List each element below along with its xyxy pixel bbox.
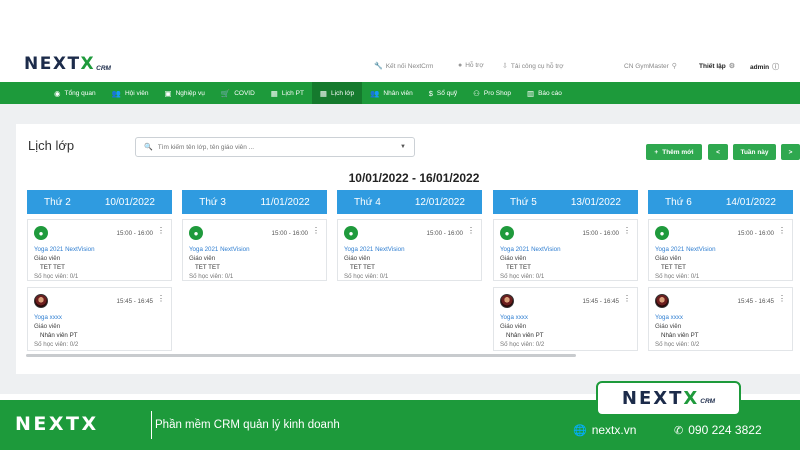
user-avatar-icon: ● [655,226,669,240]
nav-class-schedule[interactable]: ▦ Lịch lớp [311,82,363,104]
nav-reports[interactable]: ▥ Báo cáo [519,82,570,104]
shop-icon: ⚇ [473,88,480,98]
class-card[interactable]: 15:45 - 16:45 ⋮ Yoga xxxx Giáo viên Nhân… [27,287,172,351]
day-header-wed: Thứ 4 12/01/2022 [337,190,482,214]
staff-icon: 👥 [370,88,380,98]
user-avatar-icon: ● [344,226,358,240]
more-options-icon[interactable]: ⋮ [778,294,786,303]
nextx-logo[interactable]: NEXTX CRM [24,54,111,74]
user-avatar-icon: ● [34,226,48,240]
website-link[interactable]: 🌐 nextx.vn [573,423,636,437]
page-title: Lịch lớp [28,138,75,153]
dollar-icon: $ [428,88,433,98]
more-options-icon[interactable]: ⋮ [157,226,165,235]
location-pin-icon: ⚲ [671,63,677,70]
banner-logo: NEXTX [15,413,99,435]
chart-icon: ▥ [526,88,535,98]
day-header-thu: Thứ 5 13/01/2022 [493,190,638,214]
day-header-tue: Thứ 3 11/01/2022 [182,190,327,214]
main-nav: ◉ Tổng quan 👥 Hội viên ▣ Nghiệp vụ 🛒 COVID ▦… [0,82,800,104]
nextx-crm-badge: NEXTX CRM [596,381,741,416]
search-icon: 🔍 [144,144,153,151]
nav-covid[interactable]: 🛒 COVID [213,82,263,104]
support-link[interactable]: ● Hỗ trợ [458,62,484,69]
nav-pt-schedule[interactable]: ▦ Lịch PT [263,82,312,104]
day-header-fri: Thứ 6 14/01/2022 [648,190,793,214]
more-options-icon[interactable]: ⋮ [467,226,475,235]
top-header: NEXTX CRM 🔧 Kết nối NextCrm ● Hỗ trợ ⇩ T… [0,48,800,82]
more-options-icon[interactable]: ⋮ [312,226,320,235]
cart-icon: 🛒 [220,88,231,98]
nav-members[interactable]: 👥 Hội viên [104,82,157,104]
download-tool-link[interactable]: ⇩ Tải công cụ hỗ trợ [502,62,564,71]
divider [151,411,152,439]
nav-overview[interactable]: ◉ Tổng quan [46,82,104,104]
link-icon: 🔧 [374,63,383,70]
horizontal-scrollbar[interactable] [26,354,576,357]
class-card[interactable]: ● 15:00 - 16:00 ⋮ Yoga 2021 NextVision G… [182,219,327,281]
class-card[interactable]: ● 15:00 - 16:00 ⋮ Yoga 2021 NextVision G… [648,219,793,281]
chat-icon: ● [458,62,463,69]
more-options-icon[interactable]: ⋮ [623,226,631,235]
trainer-photo-avatar [34,294,48,308]
phone-icon: ✆ [674,424,684,437]
logo-crm: CRM [96,65,111,72]
branch-selector[interactable]: CN GymMaster ⚲ [624,62,677,71]
download-icon: ⇩ [502,63,508,70]
trainer-photo-avatar [500,294,514,308]
user-menu[interactable]: admin ⓘ [750,62,779,72]
nav-staff[interactable]: 👥 Nhân viên [362,82,421,104]
nav-pro-shop[interactable]: ⚇ Pro Shop [465,82,519,104]
next-week-button[interactable]: > [781,144,800,160]
trainer-photo-avatar [655,294,669,308]
date-range: 10/01/2022 - 16/01/2022 [348,171,480,185]
logo-word: NEXTX [24,54,96,74]
settings-link[interactable]: Thiết lập ⚙ [699,62,736,71]
more-options-icon[interactable]: ⋮ [623,294,631,303]
connect-link[interactable]: 🔧 Kết nối NextCrm [374,62,433,71]
add-class-button[interactable]: + Thêm mới [646,144,702,160]
class-card[interactable]: ● 15:00 - 16:00 ⋮ Yoga 2021 NextVision G… [337,219,482,281]
tagline: Phần mềm CRM quản lý kinh doanh [155,419,340,431]
class-card[interactable]: 15:45 - 16:45 ⋮ Yoga xxxx Giáo viên Nhân… [648,287,793,351]
briefcase-icon: ▣ [164,88,172,98]
class-card[interactable]: ● 15:00 - 16:00 ⋮ Yoga 2021 NextVision G… [493,219,638,281]
phone-link[interactable]: ✆ 090 224 3822 [674,423,762,437]
user-avatar-icon: ● [189,226,203,240]
page: NEXTX CRM 🔧 Kết nối NextCrm ● Hỗ trợ ⇩ T… [0,0,800,450]
search-box[interactable]: 🔍 ▼ [135,137,415,157]
chevron-down-icon[interactable]: ▼ [400,144,406,150]
more-options-icon[interactable]: ⋮ [778,226,786,235]
search-input[interactable] [157,143,388,151]
members-icon: 👥 [111,88,121,98]
class-card[interactable]: 15:45 - 16:45 ⋮ Yoga xxxx Giáo viên Nhân… [493,287,638,351]
day-header-mon: Thứ 2 10/01/2022 [27,190,172,214]
plus-icon: + [654,148,659,156]
gear-icon: ⚙ [728,63,736,70]
info-icon: ⓘ [772,64,780,71]
calendar-icon: ▦ [270,88,278,98]
calendar-icon: ▦ [319,88,328,98]
user-avatar-icon: ● [500,226,514,240]
globe-icon: 🌐 [573,424,587,437]
class-card[interactable]: ● 15:00 - 16:00 ⋮ Yoga 2021 NextVision G… [27,219,172,281]
this-week-button[interactable]: Tuần này [733,144,776,160]
nav-operations[interactable]: ▣ Nghiệp vụ [156,82,212,104]
more-options-icon[interactable]: ⋮ [157,294,165,303]
nav-cashbook[interactable]: $ Sổ quỹ [421,82,465,104]
eye-icon: ◉ [54,88,61,98]
prev-week-button[interactable]: < [708,144,728,160]
